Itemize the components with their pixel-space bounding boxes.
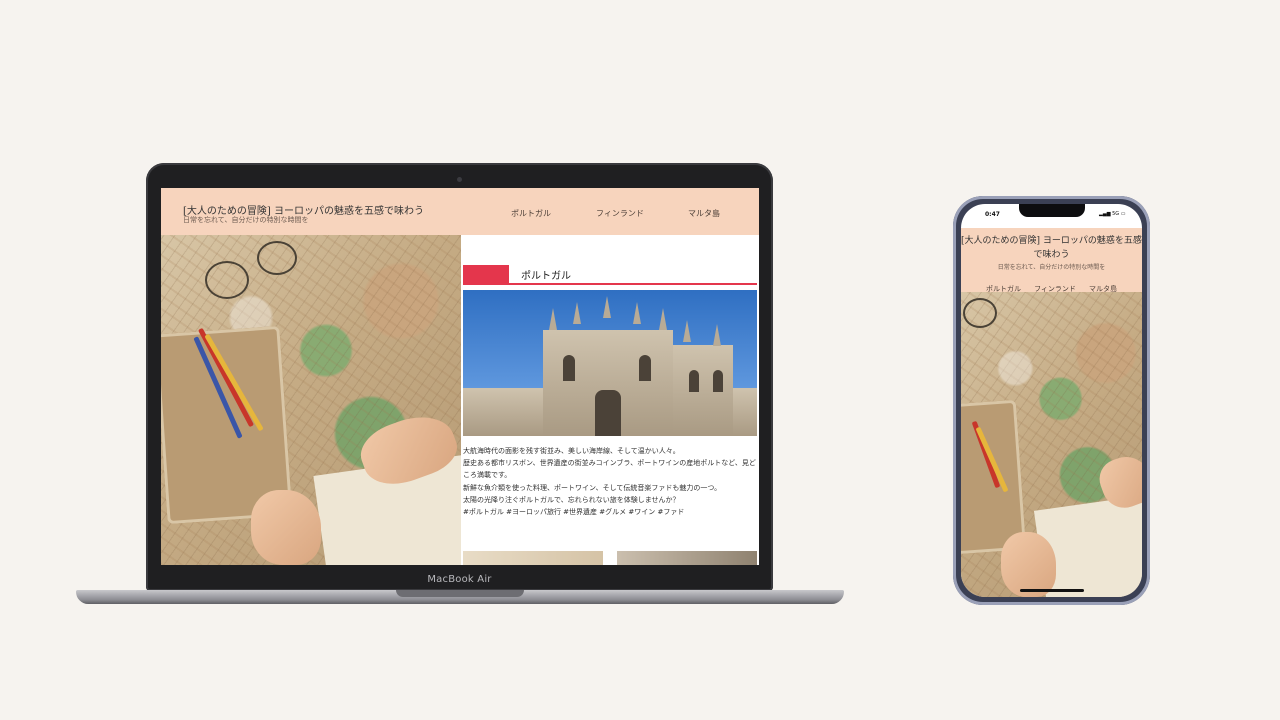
hand-decoration [251, 490, 321, 565]
site-header-mobile: [大人のための冒険] ヨーロッパの魅惑を五感で味わう 日常を忘れて、自分だけの特… [961, 228, 1142, 293]
status-time: 0:47 [985, 211, 1000, 218]
laptop-hinge-notch [396, 590, 524, 597]
article-body: 大航海時代の面影を残す街並み、美しい海岸線、そして温かい人々。 歴史ある都市リス… [463, 445, 757, 518]
section-title: ポルトガル [521, 271, 571, 282]
site-subtitle: 日常を忘れて、自分だけの特別な時間を [183, 216, 309, 224]
home-indicator[interactable] [1020, 589, 1084, 592]
laptop-model-label: MacBook Air [427, 574, 492, 585]
camera-icon [457, 177, 462, 182]
hand-decoration [1001, 532, 1056, 597]
site-header: [大人のための冒険] ヨーロッパの魅惑を五感で味わう 日常を忘れて、自分だけの特… [161, 188, 759, 235]
article-paragraph: 歴史ある都市リスボン、世界遺産の街並みコインブラ、ポートワインの産地ポルトなど、… [463, 459, 756, 480]
laptop-screen: [大人のための冒険] ヨーロッパの魅惑を五感で味わう 日常を忘れて、自分だけの特… [161, 188, 759, 565]
nav-link-finland[interactable]: フィンランド [596, 208, 644, 219]
next-photo-right [617, 551, 757, 565]
monastery-photo [463, 290, 757, 436]
section-underline [463, 283, 757, 285]
section-marker [463, 265, 509, 283]
site-subtitle-mobile: 日常を忘れて、自分だけの特別な時間を [997, 264, 1106, 271]
glasses-decoration [963, 298, 997, 328]
hero-map-image [161, 235, 479, 565]
mobile-nav: ポルトガル フィンランド マルタ島 [961, 276, 1142, 293]
article-paragraph: 太陽の光降り注ぐポルトガルで、忘れられない旅を体験しませんか？ [463, 495, 680, 504]
site-title-mobile[interactable]: [大人のための冒険] ヨーロッパの魅惑を五感で味わう [961, 234, 1142, 262]
glasses-decoration [257, 241, 297, 275]
phone-screen: 0:47 ▂▄▆ 5G ▭ [大人のための冒険] ヨーロッパの魅惑を五感で味わう… [961, 204, 1142, 597]
next-photo-left [463, 551, 603, 565]
article-paragraph: 大航海時代の面影を残す街並み、美しい海岸線、そして温かい人々。 [463, 447, 680, 455]
glasses-decoration [205, 261, 249, 299]
nav-link-portugal[interactable]: ポルトガル [511, 208, 551, 219]
hero-map-image-mobile [961, 292, 1142, 597]
article-section: ポルトガル 大航海時代の面影を残す街並み、美しい海岸線、そして温かい人々。 歴史… [461, 235, 759, 565]
status-signal-battery-icon: ▂▄▆ 5G ▭ [1099, 211, 1126, 217]
nav-link-malta[interactable]: マルタ島 [688, 208, 720, 219]
article-hashtags[interactable]: #ポルトガル #ヨーロッパ旅行 #世界遺産 #グルメ #ワイン #ファド [463, 506, 757, 518]
phone-notch [1019, 204, 1085, 217]
article-paragraph: 新鮮な魚介類を使った料理、ポートワイン、そして伝統音楽ファドも魅力の一つ。 [463, 483, 722, 492]
